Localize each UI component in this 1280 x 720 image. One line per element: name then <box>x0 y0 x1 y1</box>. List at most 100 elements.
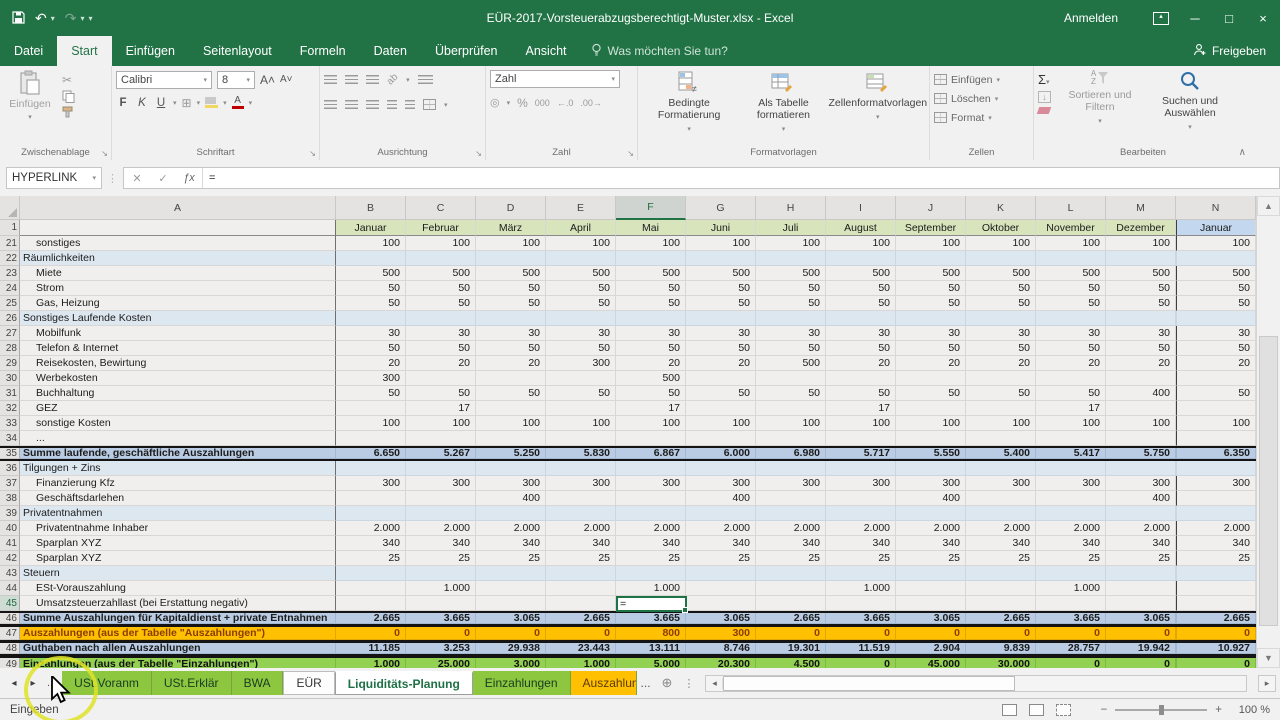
cell[interactable]: 1.000 <box>616 581 686 596</box>
cell[interactable] <box>1176 251 1256 266</box>
cell[interactable]: 2.000 <box>406 521 476 536</box>
cell[interactable] <box>966 461 1036 476</box>
cell[interactable]: 6.350 <box>1176 448 1256 459</box>
row-label-23[interactable]: Miete <box>20 266 336 281</box>
cell[interactable]: 50 <box>896 386 966 401</box>
cell[interactable] <box>826 371 896 386</box>
cell[interactable]: 500 <box>756 356 826 371</box>
row-label-27[interactable]: Mobilfunk <box>20 326 336 341</box>
cell[interactable] <box>546 311 616 326</box>
cell[interactable]: 500 <box>1106 266 1176 281</box>
cell[interactable]: 300 <box>476 476 546 491</box>
cell[interactable]: 2.000 <box>1176 521 1256 536</box>
cell[interactable]: 25 <box>406 551 476 566</box>
cell[interactable] <box>476 566 546 581</box>
row-header-40[interactable]: 40 <box>0 521 20 536</box>
scroll-up-icon[interactable]: ▲ <box>1257 196 1280 216</box>
cell[interactable] <box>616 566 686 581</box>
row-header-35[interactable]: 35 <box>0 448 20 459</box>
cell[interactable] <box>966 491 1036 506</box>
cell[interactable] <box>336 311 406 326</box>
cell[interactable]: 100 <box>616 416 686 431</box>
cell[interactable]: 300 <box>336 476 406 491</box>
cell[interactable]: 100 <box>1176 416 1256 431</box>
month-cell-oktober-9[interactable]: Oktober <box>966 220 1036 236</box>
cell[interactable]: 20.300 <box>686 658 756 668</box>
row-header-26[interactable]: 26 <box>0 311 20 326</box>
sheet-tab-eür[interactable]: EÜR <box>283 671 334 695</box>
column-header-f[interactable]: F <box>616 196 686 220</box>
cell[interactable] <box>1106 311 1176 326</box>
cell[interactable]: 20 <box>476 356 546 371</box>
cell[interactable]: 30 <box>476 326 546 341</box>
fill-handle[interactable] <box>682 607 688 613</box>
cell[interactable]: 50 <box>406 296 476 311</box>
cell[interactable]: 300 <box>826 476 896 491</box>
cell[interactable]: 11.185 <box>336 643 406 654</box>
cell[interactable]: 5.267 <box>406 448 476 459</box>
insert-cells-button[interactable]: Einfügen▾ <box>934 70 1029 89</box>
cell[interactable]: 500 <box>966 266 1036 281</box>
cell[interactable]: 500 <box>546 266 616 281</box>
sign-in-button[interactable]: Anmelden <box>1064 11 1118 25</box>
cell[interactable]: 50 <box>686 341 756 356</box>
cell[interactable] <box>826 461 896 476</box>
cell[interactable]: 50 <box>756 296 826 311</box>
cell[interactable]: 340 <box>966 536 1036 551</box>
cell[interactable] <box>1036 431 1106 446</box>
cell[interactable]: 5.400 <box>966 448 1036 459</box>
row-header-39[interactable]: 39 <box>0 506 20 521</box>
font-size-combo[interactable]: 8▾ <box>217 71 255 89</box>
cut-icon[interactable]: ✂ <box>62 73 75 87</box>
ribbon-tab-überprüfen[interactable]: Überprüfen <box>421 36 512 66</box>
cell[interactable] <box>896 596 966 611</box>
cell[interactable] <box>476 596 546 611</box>
cell[interactable]: 50 <box>1176 296 1256 311</box>
align-bottom-icon[interactable] <box>366 75 379 84</box>
ribbon-tab-ansicht[interactable]: Ansicht <box>512 36 581 66</box>
cell[interactable] <box>476 401 546 416</box>
cell[interactable]: 3.065 <box>1106 613 1176 624</box>
cell[interactable] <box>966 401 1036 416</box>
scroll-right-icon[interactable]: ▸ <box>1258 675 1276 692</box>
cell[interactable]: 25 <box>896 551 966 566</box>
customize-qat-icon[interactable]: ▾ <box>89 14 93 23</box>
select-all-corner[interactable] <box>0 196 20 220</box>
cell[interactable]: 50 <box>336 386 406 401</box>
cell[interactable]: 300 <box>1106 476 1176 491</box>
cell[interactable]: 2.000 <box>1036 521 1106 536</box>
cell[interactable]: 0 <box>896 627 966 640</box>
cell[interactable]: 300 <box>546 476 616 491</box>
cell[interactable]: 20 <box>406 356 476 371</box>
cell[interactable]: 19.301 <box>756 643 826 654</box>
cell[interactable]: 2.000 <box>546 521 616 536</box>
cell[interactable] <box>1176 461 1256 476</box>
cell[interactable]: 3.065 <box>476 613 546 624</box>
close-button[interactable]: × <box>1246 0 1280 36</box>
row-label-46[interactable]: Summe Auszahlungen für Kapitaldienst + p… <box>20 613 336 624</box>
cell[interactable]: 50 <box>336 281 406 296</box>
cell[interactable] <box>1036 491 1106 506</box>
cell[interactable]: 50 <box>1106 281 1176 296</box>
cell[interactable] <box>686 506 756 521</box>
cell[interactable]: 30 <box>1106 326 1176 341</box>
cell[interactable]: 20 <box>686 356 756 371</box>
scroll-left-icon[interactable]: ◂ <box>706 678 723 689</box>
tell-me-search[interactable]: Was möchten Sie tun? <box>581 36 728 66</box>
cell[interactable]: 0 <box>1106 627 1176 640</box>
cell[interactable]: 2.000 <box>476 521 546 536</box>
cell[interactable]: 50 <box>476 386 546 401</box>
column-header-c[interactable]: C <box>406 196 476 220</box>
cell[interactable]: 0 <box>1176 658 1256 668</box>
undo-icon[interactable]: ↶ <box>35 11 47 25</box>
cell[interactable] <box>826 431 896 446</box>
cell[interactable]: 50 <box>336 341 406 356</box>
row-label-24[interactable]: Strom <box>20 281 336 296</box>
cell[interactable] <box>966 566 1036 581</box>
font-name-combo[interactable]: Calibri▾ <box>116 71 212 89</box>
row-label-22[interactable]: Räumlichkeiten <box>20 251 336 266</box>
cell[interactable] <box>896 461 966 476</box>
cell[interactable] <box>686 431 756 446</box>
cell[interactable]: 2.665 <box>336 613 406 624</box>
cell[interactable] <box>1106 431 1176 446</box>
